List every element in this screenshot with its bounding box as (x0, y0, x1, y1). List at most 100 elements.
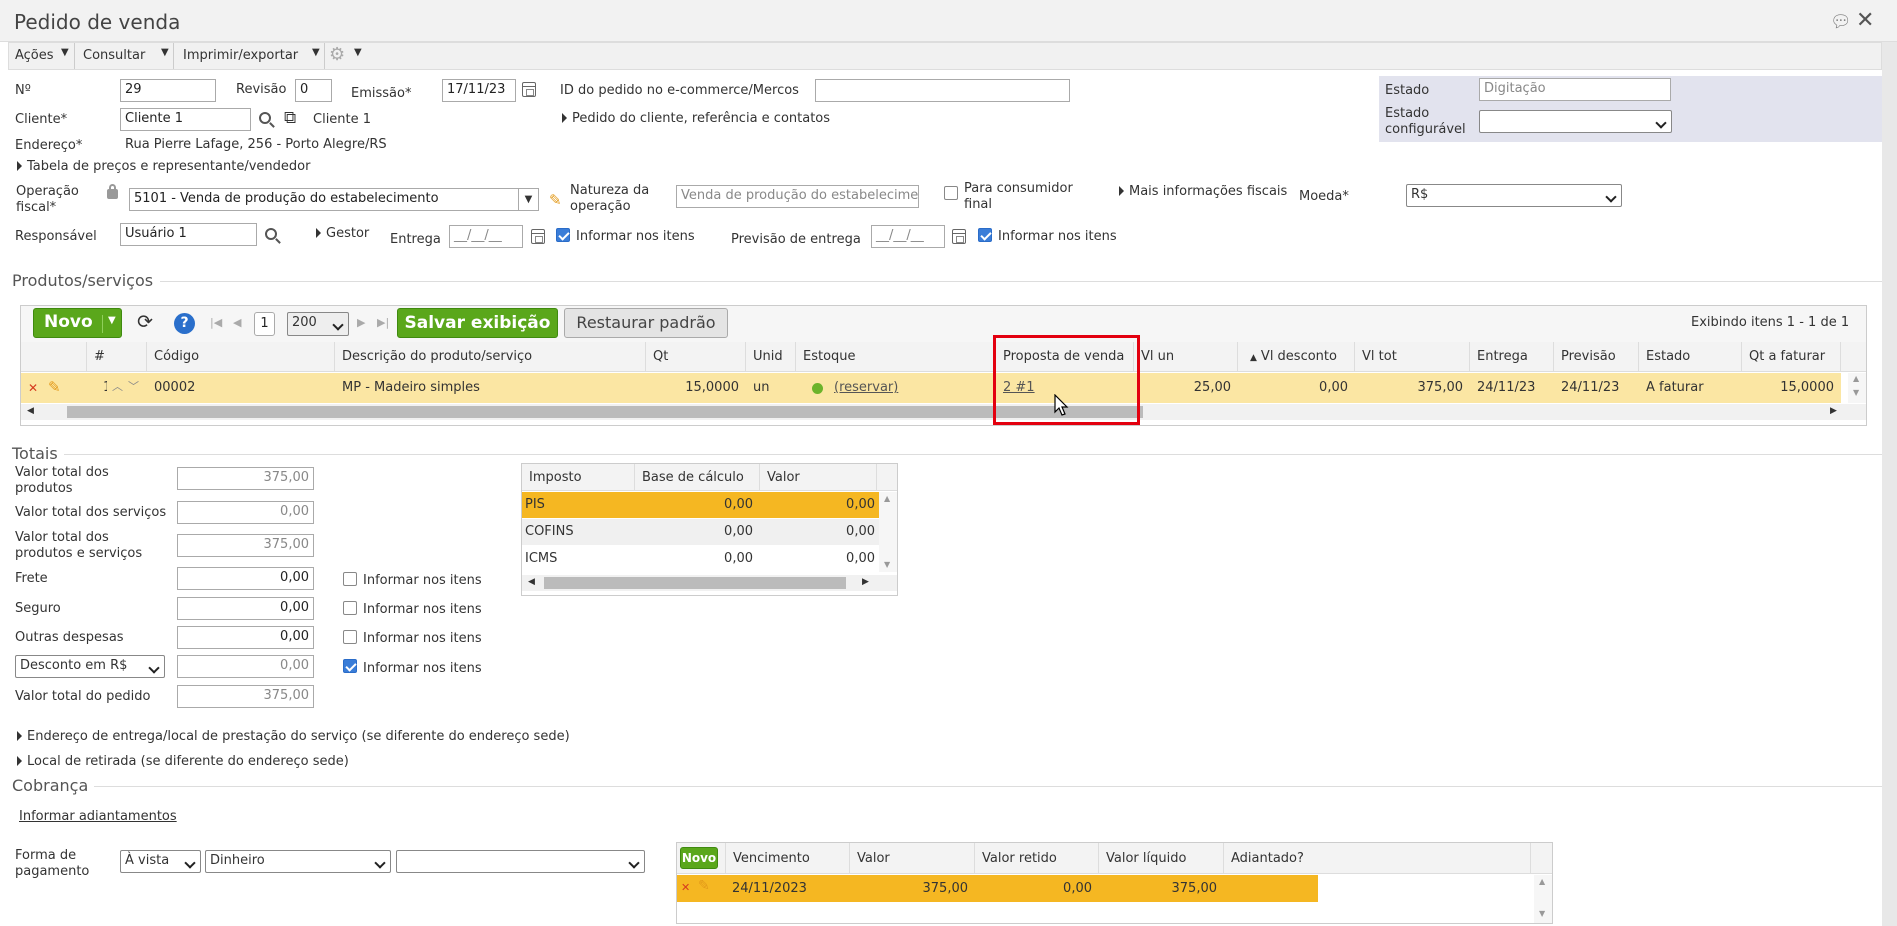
responsavel-input[interactable]: Usuário 1 (120, 223, 257, 246)
table-row[interactable]: PIS 0,00 0,00 (522, 492, 879, 518)
moeda-select[interactable]: R$ (1406, 184, 1622, 207)
search-icon[interactable] (265, 228, 277, 240)
novo-button[interactable]: Novo ▼ (33, 308, 122, 338)
scroll-down-icon[interactable]: ▼ (1853, 388, 1859, 397)
scrollbar-thumb[interactable] (67, 406, 1143, 418)
settings-menu[interactable]: ⚙ ▼ (326, 43, 382, 69)
cliente-input[interactable]: Cliente 1 (120, 108, 251, 131)
first-page-icon[interactable]: |◀ (210, 316, 222, 329)
combo-button[interactable]: ▼ (518, 189, 538, 210)
close-icon[interactable]: ✕ (1856, 8, 1874, 33)
col-vencimento[interactable]: Vencimento (725, 843, 850, 874)
forma-select[interactable]: À vista (120, 850, 201, 873)
local-retirada-toggle[interactable]: Local de retirada (se diferente do ender… (17, 754, 349, 770)
scroll-left-icon[interactable]: ◀ (528, 577, 535, 587)
table-row[interactable]: ICMS 0,00 0,00 (522, 546, 879, 572)
vertical-scrollbar[interactable]: ▲ ▼ (1848, 373, 1866, 403)
outras-informar-checkbox[interactable] (343, 630, 357, 644)
prev-page-icon[interactable]: ◀ (233, 316, 241, 329)
entrega-input[interactable]: __/__/__ (449, 225, 523, 248)
previsao-input[interactable]: __/__/__ (871, 225, 945, 248)
extra-select[interactable] (396, 850, 645, 873)
col-base[interactable]: Base de cálculo (635, 464, 760, 491)
col-liquido[interactable]: Valor líquido (1099, 843, 1224, 874)
horizontal-scrollbar[interactable]: ◀ ▶ (21, 404, 1866, 420)
scrollbar-thumb[interactable] (544, 577, 846, 589)
help-icon[interactable]: ? (174, 313, 195, 334)
calendar-icon[interactable] (522, 82, 536, 97)
operacao-input[interactable]: 5101 - Venda de produção do estabelecime… (129, 188, 539, 211)
entrega-informar-checkbox[interactable] (556, 228, 570, 242)
impostos-vertical-scrollbar[interactable]: ▲ ▼ (879, 492, 897, 572)
col-retido[interactable]: Valor retido (975, 843, 1099, 874)
col-valor[interactable]: Valor (850, 843, 975, 874)
emissao-input[interactable]: 17/11/23 (442, 79, 516, 102)
page-size-select[interactable]: 200 (287, 312, 349, 336)
delete-icon[interactable]: ✕ (681, 881, 690, 894)
scroll-up-icon[interactable]: ▲ (884, 494, 890, 503)
col-qt[interactable]: Qt (646, 342, 746, 372)
parcelas-vertical-scrollbar[interactable]: ▲ ▼ (1534, 875, 1552, 923)
search-icon[interactable] (259, 112, 271, 124)
pencil-icon[interactable]: ✎ (549, 191, 562, 209)
move-up-icon[interactable]: ︿ (112, 378, 123, 394)
col-valor[interactable]: Valor (760, 464, 877, 491)
tabela-precos-toggle[interactable]: Tabela de preços e representante/vendedo… (17, 159, 310, 175)
col-codigo[interactable]: Código (147, 342, 335, 372)
acoes-menu[interactable]: Ações ▼ (9, 43, 75, 69)
calendar-icon[interactable] (952, 229, 966, 244)
desconto-informar-checkbox[interactable] (343, 659, 357, 673)
col-vldesc[interactable]: ▲ Vl desconto (1238, 342, 1355, 372)
col-num[interactable]: # (87, 342, 147, 372)
caret-down-icon[interactable]: ▼ (102, 315, 116, 333)
scroll-right-icon[interactable]: ▶ (862, 577, 869, 587)
endereco-entrega-toggle[interactable]: Endereço de entrega/local de prestação d… (17, 729, 570, 745)
natureza-input[interactable]: Venda de produção do estabelecime (676, 185, 919, 208)
move-down-icon[interactable]: ﹀ (128, 378, 139, 394)
chat-icon[interactable]: 💬︎ (1830, 12, 1852, 32)
informar-adiantamentos-link[interactable]: Informar adiantamentos (19, 809, 177, 825)
table-row[interactable]: ✕ ✎ 1 ︿ ﹀ 00002 MP - Madeiro simples 15,… (21, 373, 1841, 403)
col-previsao[interactable]: Previsão (1554, 342, 1639, 372)
consultar-menu[interactable]: Consultar ▼ (76, 43, 174, 69)
next-page-icon[interactable]: ▶ (357, 316, 365, 329)
desconto-input[interactable]: 0,00 (177, 655, 314, 678)
col-vlun[interactable]: Vl un (1134, 342, 1238, 372)
scroll-up-icon[interactable]: ▲ (1539, 877, 1545, 886)
col-imposto[interactable]: Imposto (522, 464, 635, 491)
restaurar-padrao-button[interactable]: Restaurar padrão (564, 308, 728, 338)
imprimir-menu[interactable]: Imprimir/exportar ▼ (175, 43, 325, 69)
col-entrega[interactable]: Entrega (1470, 342, 1554, 372)
outras-input[interactable]: 0,00 (177, 626, 314, 649)
revisao-input[interactable]: 0 (295, 79, 332, 102)
numero-input[interactable]: 29 (120, 79, 216, 102)
table-row[interactable]: COFINS 0,00 0,00 (522, 519, 879, 545)
page-input[interactable]: 1 (254, 312, 275, 336)
estado-config-select[interactable] (1479, 110, 1672, 133)
external-link-icon[interactable]: ⧉ (284, 108, 296, 128)
frete-informar-checkbox[interactable] (343, 572, 357, 586)
calendar-icon[interactable] (531, 229, 545, 244)
frete-input[interactable]: 0,00 (177, 567, 314, 590)
col-vltot[interactable]: Vl tot (1355, 342, 1470, 372)
col-estoque[interactable]: Estoque (796, 342, 996, 372)
reservar-link[interactable]: (reservar) (834, 380, 898, 395)
pedido-cliente-toggle[interactable]: Pedido do cliente, referência e contatos (562, 111, 830, 127)
salvar-exibicao-button[interactable]: Salvar exibição (397, 308, 558, 338)
parcela-novo-button[interactable]: Novo (680, 847, 718, 869)
refresh-icon[interactable]: ⟳ (137, 311, 153, 333)
seguro-input[interactable]: 0,00 (177, 597, 314, 620)
impostos-horizontal-scrollbar[interactable]: ◀ ▶ (522, 575, 897, 591)
scroll-down-icon[interactable]: ▼ (1539, 909, 1545, 918)
consumidor-checkbox[interactable] (944, 186, 958, 200)
desconto-tipo-select[interactable]: Desconto em R$ (15, 655, 165, 678)
scroll-left-icon[interactable]: ◀ (27, 406, 34, 416)
previsao-informar-checkbox[interactable] (978, 228, 992, 242)
scroll-right-icon[interactable]: ▶ (1830, 406, 1837, 416)
seguro-informar-checkbox[interactable] (343, 601, 357, 615)
edit-icon[interactable]: ✎ (48, 378, 61, 396)
last-page-icon[interactable]: ▶| (377, 316, 389, 329)
col-qtfat[interactable]: Qt a faturar (1742, 342, 1841, 372)
col-estado[interactable]: Estado (1639, 342, 1742, 372)
mais-info-toggle[interactable]: Mais informações fiscais (1119, 184, 1287, 200)
